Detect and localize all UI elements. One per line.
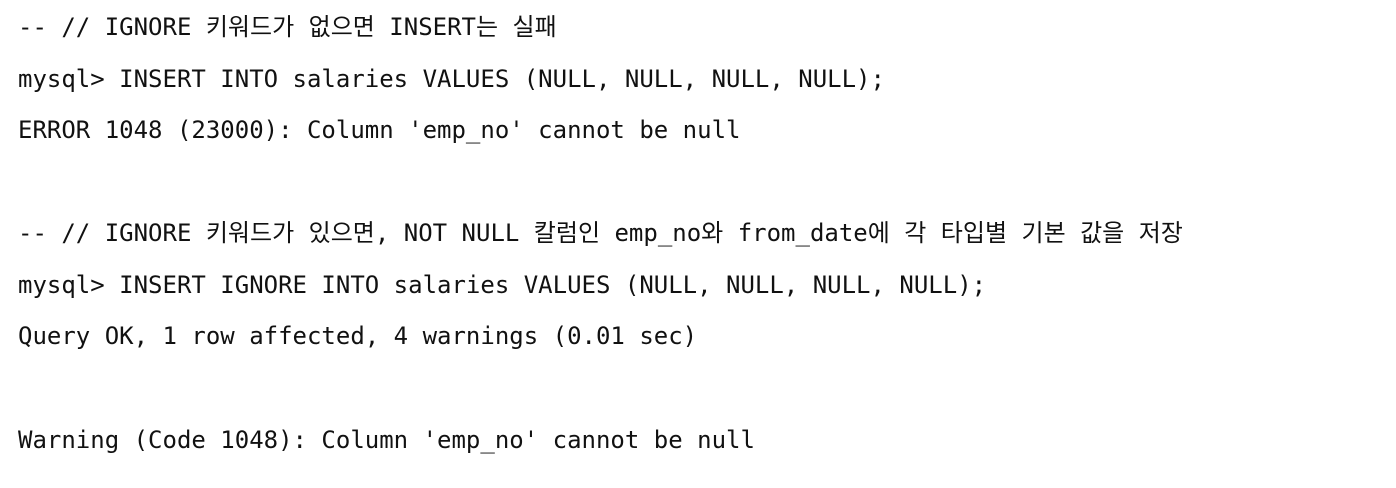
warning-message: Warning (Code 1048): Column 'emp_no' can… (18, 426, 755, 454)
comment-line-ignore-missing: -- // IGNORE 키워드가 없으면 INSERT는 실패 (18, 13, 557, 41)
code-block: -- // IGNORE 키워드가 없으면 INSERT는 실패 mysql> … (0, 0, 1396, 488)
mysql-insert-command: mysql> INSERT INTO salaries VALUES (NULL… (18, 65, 885, 93)
query-ok-message: Query OK, 1 row affected, 4 warnings (0.… (18, 322, 698, 350)
error-message: ERROR 1048 (23000): Column 'emp_no' cann… (18, 116, 741, 144)
comment-line-ignore-present: -- // IGNORE 키워드가 있으면, NOT NULL 칼럼인 emp_… (18, 219, 1183, 247)
mysql-insert-ignore-command: mysql> INSERT IGNORE INTO salaries VALUE… (18, 271, 987, 299)
